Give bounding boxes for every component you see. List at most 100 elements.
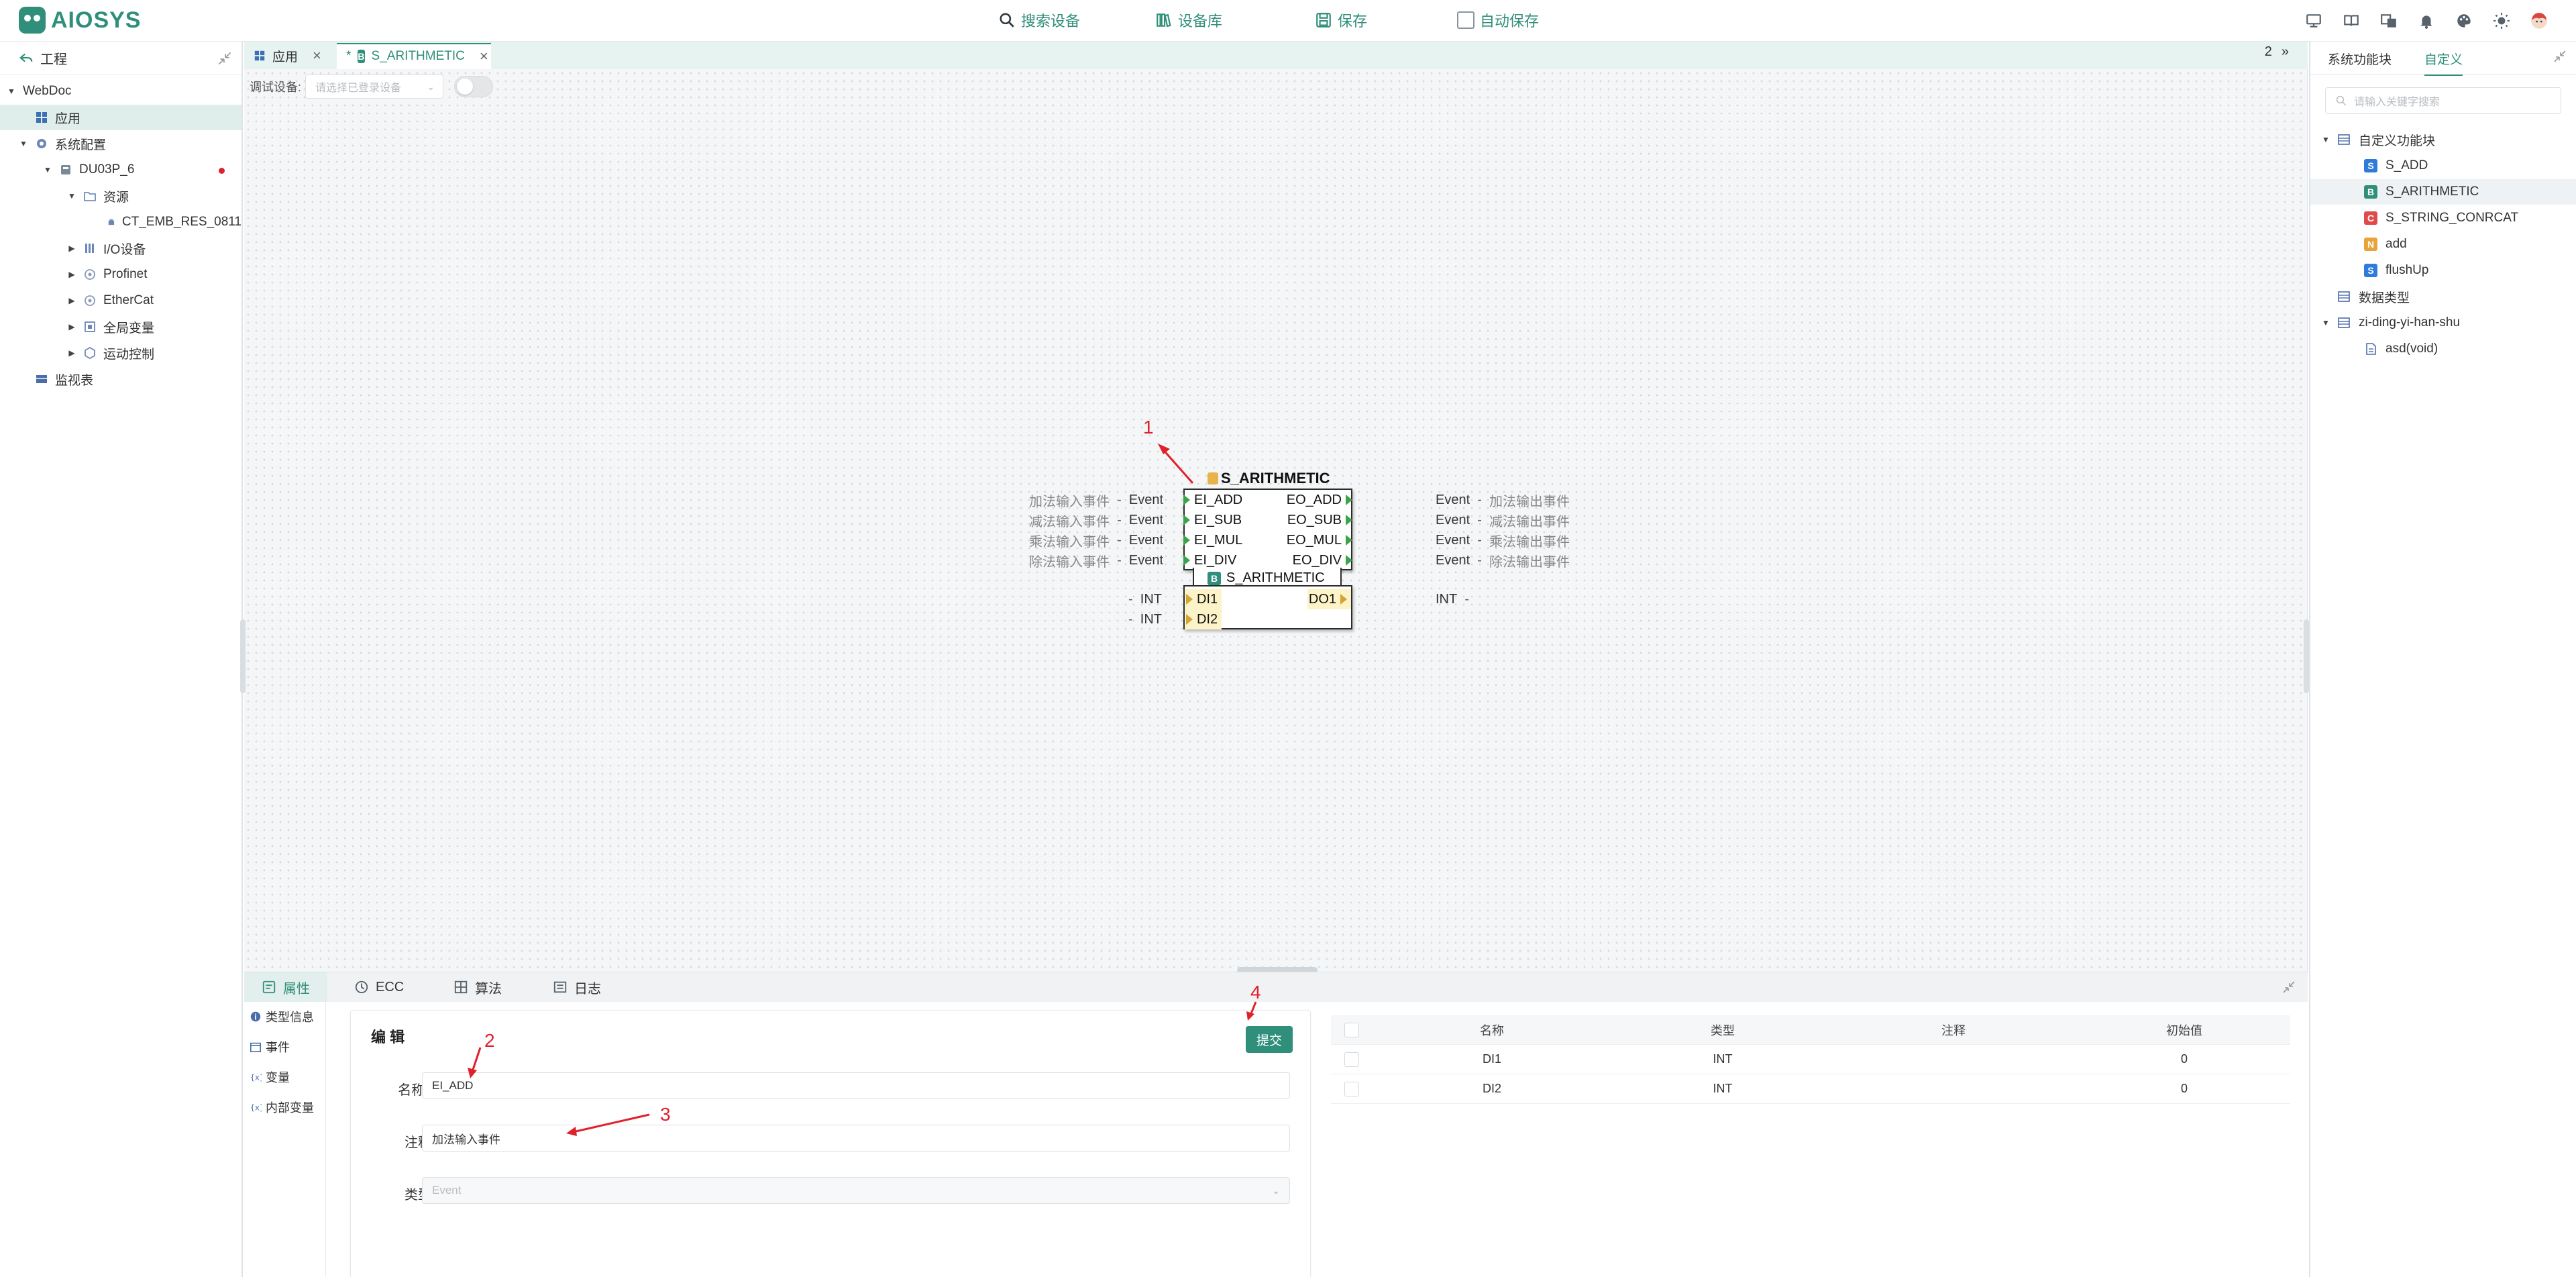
device-library-button[interactable]: 设备库	[1155, 8, 1222, 32]
function-block-title[interactable]: S_ARITHMETIC	[1208, 470, 1330, 487]
right-resize-handle[interactable]	[2304, 619, 2309, 693]
tree-node-motion-control[interactable]: ▶ 运动控制	[67, 340, 235, 366]
sidebar-item-label: 事件	[266, 1041, 290, 1054]
back-icon[interactable]	[19, 51, 34, 66]
sidebar-item-events[interactable]: 事件	[250, 1035, 290, 1059]
tree-node-profinet[interactable]: ▶ Profinet	[67, 262, 235, 287]
debug-toggle-switch[interactable]	[454, 76, 494, 97]
close-icon[interactable]: ×	[480, 48, 488, 65]
save-button[interactable]: 保存	[1315, 8, 1367, 32]
close-icon[interactable]: ×	[313, 47, 321, 64]
table-row[interactable]: DI2 INT 0	[1331, 1074, 2290, 1104]
expand-arrow-icon[interactable]: ▼	[7, 87, 16, 96]
expand-arrow-icon[interactable]: ▶	[67, 322, 76, 331]
expand-arrow-icon[interactable]: ▼	[43, 165, 52, 174]
tab-log[interactable]: 日志	[535, 972, 619, 1002]
tab-more-button[interactable]: »	[2282, 44, 2289, 60]
sidebar-item-type-info[interactable]: 类型信息	[250, 1005, 314, 1029]
tab-custom[interactable]: 自定义	[2424, 50, 2463, 76]
collapse-panel-icon[interactable]	[2552, 48, 2568, 64]
tree-node-io-devices[interactable]: ▶ I/O设备	[67, 236, 235, 261]
data-input-pin[interactable]: DI2	[1185, 609, 1222, 629]
data-output-pin[interactable]: DO1	[1307, 589, 1351, 609]
table-icon	[36, 375, 47, 383]
expand-arrow-icon[interactable]: ▼	[19, 139, 28, 148]
tree-node-resource[interactable]: ▼ 资源	[67, 183, 235, 209]
tree-node-ethercat[interactable]: ▶ EtherCat	[67, 288, 235, 313]
bell-icon[interactable]	[2415, 9, 2438, 32]
modified-mark: *	[346, 49, 352, 63]
lock-icon	[1208, 472, 1218, 484]
tab-algorithm[interactable]: 算法	[436, 972, 519, 1002]
book-icon[interactable]	[2340, 9, 2363, 32]
event-output-pin[interactable]: EO_ADD	[1287, 490, 1352, 510]
tree-node-watch-table[interactable]: 监视表	[35, 366, 236, 392]
event-input-pin[interactable]: EI_ADD	[1183, 490, 1242, 510]
expand-panel-icon[interactable]	[2281, 979, 2297, 995]
tree-node-app[interactable]: 应用	[0, 105, 241, 130]
tab-properties[interactable]: 属性	[244, 972, 327, 1002]
tab-ecc[interactable]: ECC	[337, 972, 421, 1002]
device-icon	[61, 165, 70, 174]
comment-input[interactable]: 加法输入事件	[422, 1125, 1290, 1152]
tree-node-du03p[interactable]: ▼ DU03P_6	[43, 157, 231, 183]
library-item-s-string-concat[interactable]: C S_STRING_CONRCAT	[2310, 205, 2576, 231]
search-device-button[interactable]: 搜索设备	[998, 8, 1080, 32]
expand-arrow-icon[interactable]: ▶	[67, 348, 76, 358]
expand-arrow-icon[interactable]: ▶	[67, 270, 76, 279]
sun-icon[interactable]	[2490, 9, 2513, 32]
tree-node-resource-item[interactable]: CT_EMB_RES_0811	[107, 209, 241, 235]
row-checkbox[interactable]	[1344, 1081, 1359, 1096]
user-avatar[interactable]	[2528, 9, 2551, 32]
library-folder-data-types[interactable]: 数据类型	[2310, 284, 2576, 309]
event-output-pin[interactable]: EO_SUB	[1287, 510, 1352, 530]
select-all-checkbox[interactable]	[1344, 1022, 1359, 1037]
name-input[interactable]: EI_ADD	[422, 1072, 1290, 1099]
palette-icon[interactable]	[2453, 9, 2475, 32]
expand-arrow-icon[interactable]: ▶	[67, 244, 76, 253]
library-folder-custom-functions[interactable]: ▼ zi-ding-yi-han-shu	[2310, 310, 2576, 336]
event-input-pin[interactable]: EI_SUB	[1183, 510, 1242, 530]
tree-node-global-vars[interactable]: ▶ 全局变量	[67, 314, 235, 340]
tab-system-blocks[interactable]: 系统功能块	[2328, 50, 2392, 68]
wire-type: INT	[1140, 611, 1162, 627]
event-output-pin[interactable]: EO_DIV	[1293, 550, 1352, 570]
tree-node-system-config[interactable]: ▼ 系统配置	[19, 131, 240, 156]
project-panel: 工程 ▼ WebDoc 应用 ▼ 系统配置 ▼ DU03P_6 ▼ 资源 CT_…	[0, 42, 243, 1277]
translate-icon[interactable]	[2377, 9, 2400, 32]
properties-panel: 属性 ECC 算法 日志 类型信息 事件 {x} 变量 {x}	[244, 972, 2308, 1277]
submit-button[interactable]: 提交	[1246, 1026, 1293, 1053]
monitor-icon[interactable]	[2302, 9, 2325, 32]
tab-app[interactable]: 应用 ×	[244, 43, 331, 68]
sidebar-item-variables[interactable]: {x} 变量	[250, 1065, 290, 1089]
library-folder-custom-blocks[interactable]: ▼ 自定义功能块	[2310, 127, 2576, 152]
table-row[interactable]: DI1 INT 0	[1331, 1045, 2290, 1074]
library-item-asd[interactable]: asd(void)	[2310, 336, 2576, 362]
library-item-add[interactable]: N add	[2310, 232, 2576, 257]
type-select[interactable]: Event ⌄	[422, 1177, 1290, 1204]
library-item-s-arithmetic[interactable]: B S_ARITHMETIC	[2310, 179, 2576, 205]
library-item-s-add[interactable]: S S_ADD	[2310, 153, 2576, 178]
auto-save-checkbox[interactable]: 自动保存	[1457, 8, 1539, 32]
data-input-pin[interactable]: DI1	[1185, 589, 1222, 609]
left-resize-handle[interactable]	[240, 619, 246, 693]
debug-device-select[interactable]: 请选择已登录设备 ⌄	[305, 74, 444, 99]
event-input-pin[interactable]: EI_MUL	[1183, 530, 1242, 550]
simple-block-icon: S	[2364, 264, 2377, 277]
sidebar-item-internal-vars[interactable]: {x} 内部变量	[250, 1095, 314, 1119]
collapse-panel-icon[interactable]	[216, 50, 233, 67]
debug-device-label: 调试设备:	[250, 81, 302, 94]
library-search-input[interactable]: 请输入关键字搜索	[2325, 87, 2561, 114]
event-input-pin[interactable]: EI_DIV	[1183, 550, 1236, 570]
expand-arrow-icon[interactable]: ▼	[2321, 135, 2330, 144]
library-item-flushup[interactable]: S flushUp	[2310, 258, 2576, 283]
expand-arrow-icon[interactable]: ▼	[67, 191, 76, 201]
row-checkbox[interactable]	[1344, 1052, 1359, 1067]
event-output-pin[interactable]: EO_MUL	[1287, 530, 1352, 550]
diagram-canvas[interactable]: 调试设备: 请选择已登录设备 ⌄ S_ARITHMETIC B S_ARITHM…	[240, 69, 2309, 974]
tab-s-arithmetic[interactable]: * B S_ARITHMETIC ×	[337, 43, 491, 68]
function-block[interactable]: B S_ARITHMETIC EI_ADD EI_SUB EI_MUL EI_D…	[1183, 489, 1352, 629]
expand-arrow-icon[interactable]: ▶	[67, 296, 76, 305]
tree-node-webdoc[interactable]: ▼ WebDoc	[7, 79, 241, 104]
expand-arrow-icon[interactable]: ▼	[2321, 318, 2330, 327]
